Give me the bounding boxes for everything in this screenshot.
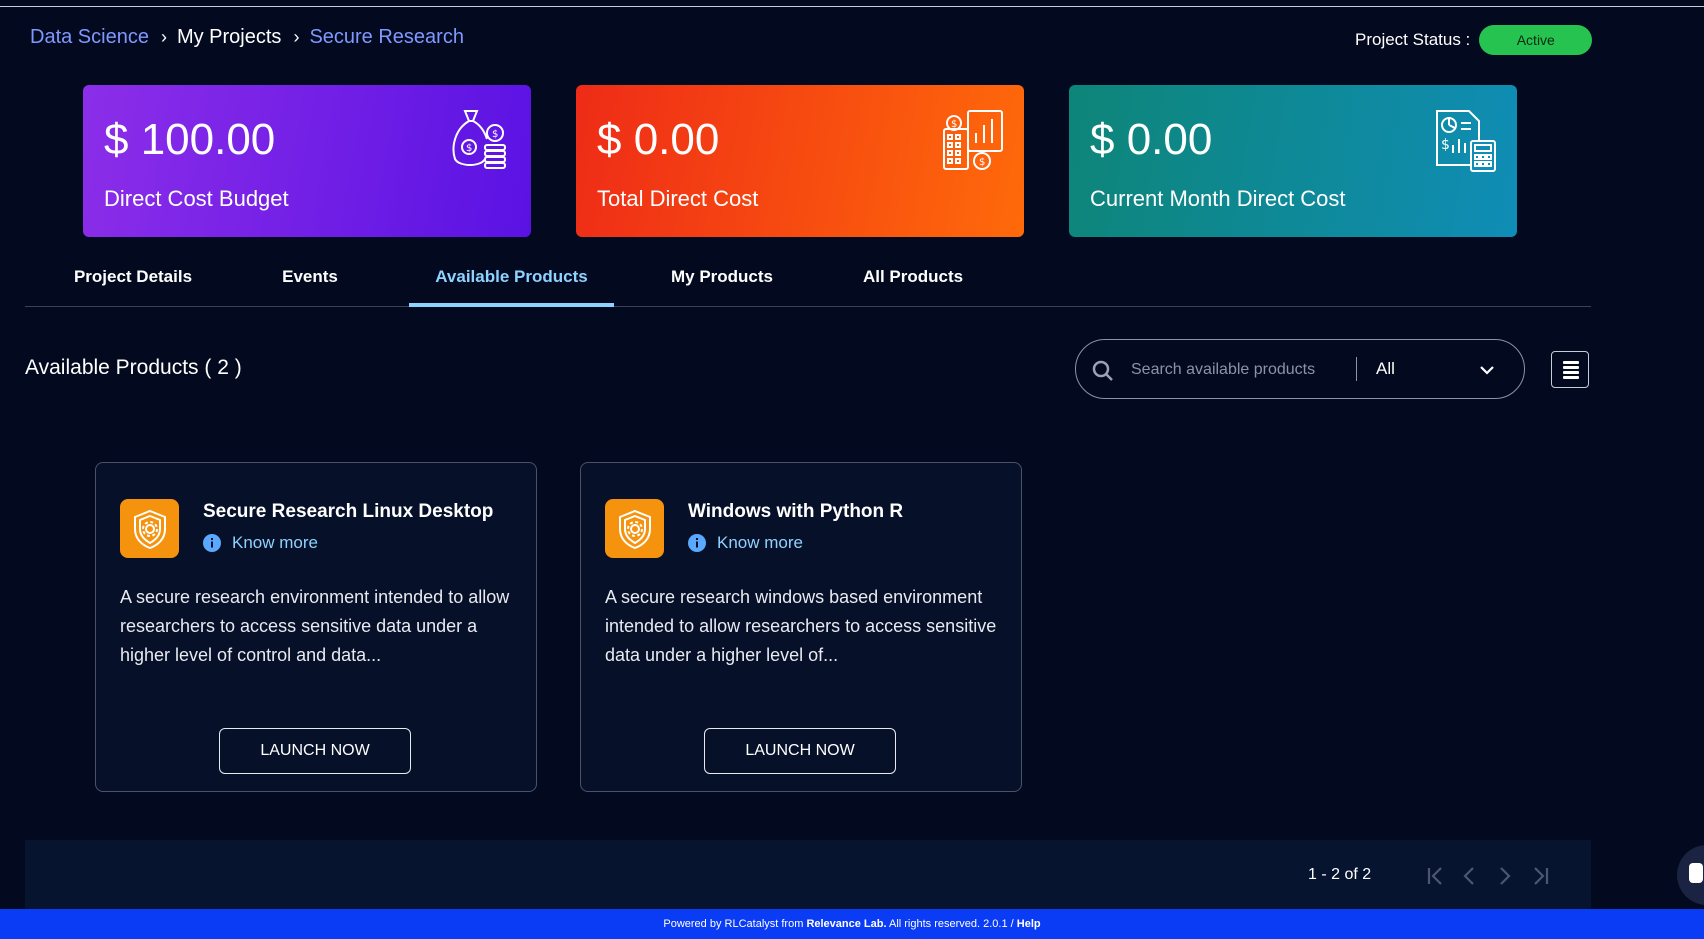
- chevron-right-icon: ›: [293, 27, 300, 47]
- breadcrumb-secure-research: Secure Research: [309, 26, 464, 48]
- breadcrumb-data-science[interactable]: Data Science: [30, 26, 149, 49]
- money-bag-coins-icon: $ $: [452, 110, 506, 169]
- project-status-label: Project Status :: [1355, 30, 1471, 49]
- product-name: Secure Research Linux Desktop: [203, 501, 494, 522]
- product-filter-select[interactable]: All: [1376, 353, 1496, 385]
- search-divider: [1356, 357, 1357, 381]
- launch-now-button[interactable]: LAUNCH NOW: [219, 728, 411, 774]
- breadcrumb-my-projects[interactable]: My Projects: [177, 26, 281, 49]
- view-options-button[interactable]: [1551, 351, 1589, 388]
- cost-label: Current Month Direct Cost: [1090, 186, 1346, 211]
- know-more-link[interactable]: Know more: [203, 533, 318, 553]
- previous-page-icon[interactable]: [1457, 864, 1483, 888]
- cost-amount: $ 100.00: [104, 115, 276, 164]
- know-more-link[interactable]: Know more: [688, 533, 803, 553]
- product-name: Windows with Python R: [688, 501, 904, 522]
- cost-amount: $ 0.00: [597, 115, 720, 164]
- footer-prefix: Powered by RLCatalyst from: [663, 918, 807, 930]
- project-tabs: Project Details Events Available Product…: [25, 258, 1591, 307]
- search-box: All: [1075, 339, 1525, 399]
- chat-widget-button[interactable]: [1677, 845, 1704, 905]
- svg-text:$: $: [466, 143, 472, 154]
- tab-events[interactable]: Events: [255, 267, 365, 307]
- product-description: A secure research environment intended t…: [120, 587, 510, 665]
- current-month-direct-cost-card: $ 0.00 Current Month Direct Cost $: [1069, 85, 1517, 237]
- pagination-bar: 1 - 2 of 2: [25, 840, 1591, 910]
- menu-list-icon: [1563, 361, 1579, 379]
- info-icon: [203, 534, 221, 552]
- chevron-right-icon: ›: [160, 27, 167, 47]
- top-divider: [0, 6, 1704, 7]
- shield-gear-icon: [120, 499, 179, 558]
- info-icon: [688, 534, 706, 552]
- next-page-icon[interactable]: [1491, 864, 1517, 888]
- project-status: Project Status : Active: [1355, 25, 1593, 55]
- pagination-range: 1 - 2 of 2: [1308, 866, 1372, 883]
- product-card: Windows with Python R Know more A secure…: [580, 462, 1022, 792]
- direct-cost-budget-card: $ 100.00 Direct Cost Budget $ $: [83, 85, 531, 237]
- cost-label: Direct Cost Budget: [104, 186, 289, 211]
- section-title: Available Products ( 2 ): [25, 356, 242, 379]
- tab-my-products[interactable]: My Products: [647, 267, 797, 307]
- tab-available-products[interactable]: Available Products: [409, 267, 614, 307]
- first-page-icon[interactable]: [1423, 864, 1449, 888]
- svg-text:$: $: [979, 157, 985, 168]
- cost-label: Total Direct Cost: [597, 186, 759, 211]
- svg-text:$: $: [951, 119, 957, 130]
- know-more-label: Know more: [717, 533, 803, 552]
- chevron-down-icon: [1480, 366, 1494, 375]
- product-card: Secure Research Linux Desktop Know more …: [95, 462, 537, 792]
- search-input[interactable]: [1131, 357, 1331, 383]
- tab-project-details[interactable]: Project Details: [48, 267, 218, 307]
- launch-now-button[interactable]: LAUNCH NOW: [704, 728, 896, 774]
- tab-all-products[interactable]: All Products: [838, 267, 988, 307]
- know-more-label: Know more: [232, 533, 318, 552]
- search-icon: [1092, 360, 1113, 381]
- product-description: A secure research windows based environm…: [605, 587, 997, 665]
- cost-chart-building-icon: $ $: [943, 110, 1003, 170]
- svg-text:$: $: [1441, 137, 1450, 153]
- last-page-icon[interactable]: [1527, 864, 1553, 888]
- shield-gear-icon: [605, 499, 664, 558]
- chat-icon: [1689, 863, 1703, 883]
- footer: Powered by RLCatalyst from Relevance Lab…: [0, 909, 1704, 939]
- report-calculator-icon: $: [1436, 110, 1496, 172]
- cost-amount: $ 0.00: [1090, 115, 1213, 164]
- footer-suffix: All rights reserved. 2.0.1 /: [886, 918, 1017, 930]
- footer-help-link[interactable]: Help: [1017, 918, 1041, 930]
- filter-selected-value: All: [1376, 359, 1395, 378]
- total-direct-cost-card: $ 0.00 Total Direct Cost $ $: [576, 85, 1024, 237]
- svg-text:$: $: [492, 129, 498, 140]
- breadcrumb: Data Science › My Projects › Secure Rese…: [30, 26, 464, 49]
- status-badge: Active: [1479, 25, 1593, 55]
- footer-company: Relevance Lab.: [806, 918, 887, 930]
